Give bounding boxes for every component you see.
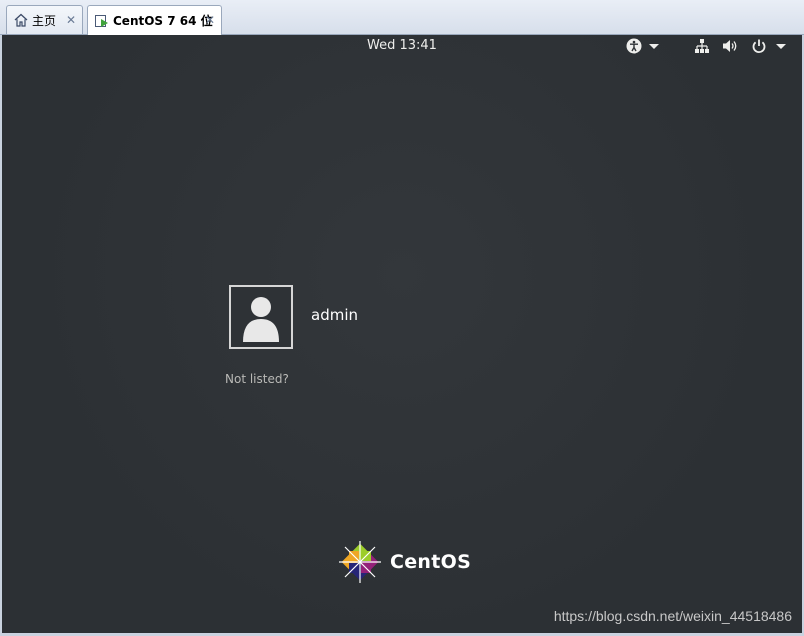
tab-home[interactable]: 主页 ✕ (6, 5, 83, 34)
chevron-down-icon (776, 42, 786, 50)
accessibility-menu[interactable] (626, 38, 659, 54)
user-name-admin[interactable]: admin (311, 306, 358, 324)
home-icon (13, 12, 29, 28)
clock[interactable]: Wed 13:41 (2, 38, 802, 53)
vm-tab-bar: 主页 ✕ CentOS 7 64 位 ✕ (0, 0, 804, 35)
guest-screen[interactable]: Wed 13:41 admin Not listed? CentOS https… (2, 35, 802, 633)
centos-branding: CentOS (338, 540, 471, 584)
avatar-icon (243, 297, 279, 342)
not-listed-link[interactable]: Not listed? (225, 372, 289, 386)
chevron-down-icon (649, 42, 659, 50)
volume-status[interactable] (722, 38, 739, 54)
centos-logo-icon (339, 541, 381, 583)
tab-centos-vm[interactable]: CentOS 7 64 位 ✕ (87, 5, 222, 35)
power-icon (751, 38, 767, 54)
tab-centos-label: CentOS 7 64 位 (113, 14, 213, 28)
vm-icon (94, 13, 110, 29)
brand-text: CentOS (390, 551, 472, 573)
close-icon[interactable]: ✕ (205, 13, 215, 27)
tab-home-label: 主页 (32, 13, 57, 28)
accessibility-icon (626, 38, 642, 54)
network-icon (694, 38, 710, 54)
power-menu[interactable] (751, 38, 786, 54)
user-avatar-button[interactable] (229, 285, 293, 349)
close-icon[interactable]: ✕ (66, 13, 76, 27)
watermark-url: https://blog.csdn.net/weixin_44518486 (553, 608, 792, 624)
volume-icon (722, 38, 739, 54)
network-status[interactable] (694, 38, 710, 54)
